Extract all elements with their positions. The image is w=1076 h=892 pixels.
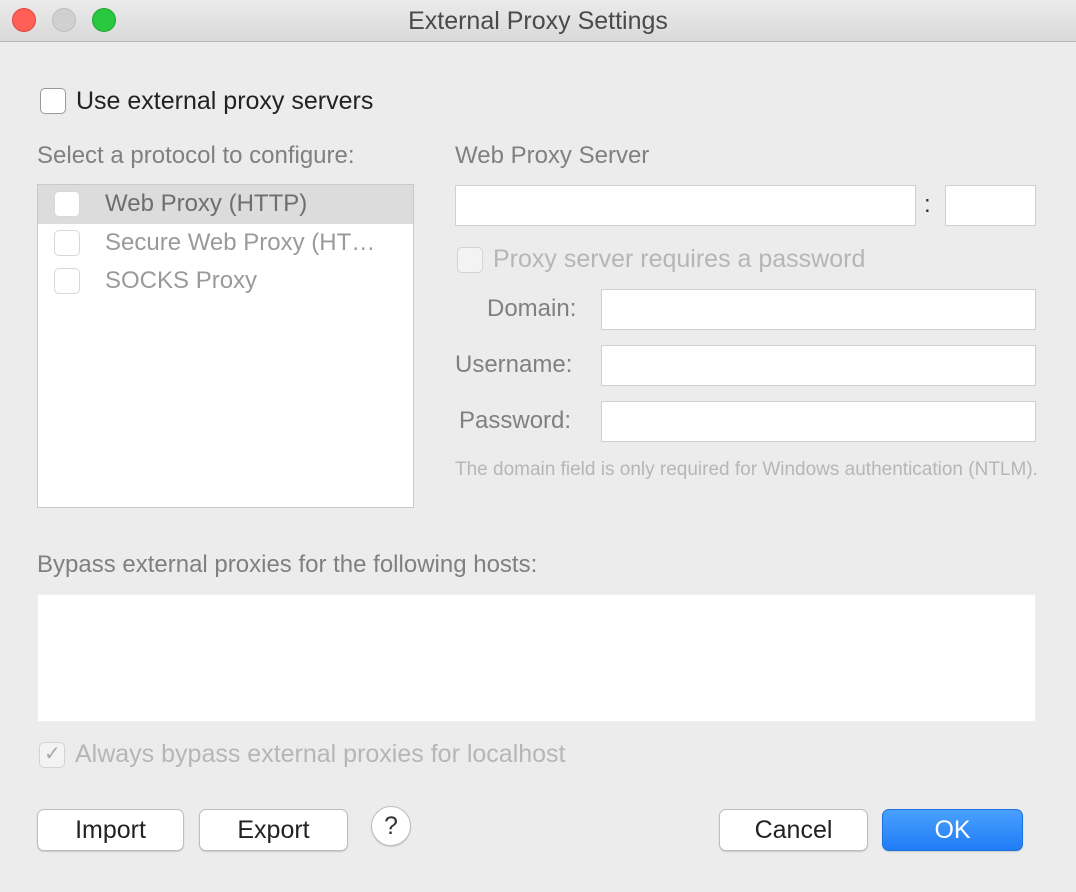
checkmark-icon: ✓	[44, 743, 61, 765]
username-input[interactable]	[601, 345, 1036, 386]
password-input[interactable]	[601, 401, 1036, 442]
ok-button[interactable]: OK	[882, 809, 1023, 851]
requires-password-checkbox[interactable]	[457, 247, 483, 273]
protocol-item-label: Secure Web Proxy (HT…	[105, 229, 376, 256]
protocol-checkbox[interactable]	[54, 230, 80, 256]
title-bar: External Proxy Settings	[0, 0, 1076, 42]
protocol-item-label: SOCKS Proxy	[105, 267, 258, 294]
protocol-list[interactable]: Web Proxy (HTTP) Secure Web Proxy (HT… S…	[37, 184, 414, 508]
protocol-item-secure-web-proxy[interactable]: Secure Web Proxy (HT…	[38, 224, 413, 263]
protocol-heading: Select a protocol to configure:	[37, 142, 355, 169]
protocol-item-socks-proxy[interactable]: SOCKS Proxy	[38, 262, 413, 301]
domain-note: The domain field is only required for Wi…	[455, 459, 1038, 480]
bypass-heading: Bypass external proxies for the followin…	[37, 551, 538, 578]
cancel-button[interactable]: Cancel	[719, 809, 868, 851]
use-external-proxy-checkbox[interactable]	[40, 88, 66, 114]
protocol-item-web-proxy[interactable]: Web Proxy (HTTP)	[38, 185, 413, 224]
protocol-checkbox[interactable]	[54, 191, 80, 217]
proxy-port-input[interactable]	[945, 185, 1036, 226]
password-label: Password:	[459, 407, 572, 434]
import-button[interactable]: Import	[37, 809, 184, 851]
requires-password-label: Proxy server requires a password	[493, 245, 866, 273]
window-title: External Proxy Settings	[408, 7, 668, 35]
bypass-localhost-label: Always bypass external proxies for local…	[75, 740, 566, 768]
port-separator: :	[924, 191, 931, 218]
protocol-item-label: Web Proxy (HTTP)	[105, 190, 308, 217]
proxy-host-input[interactable]	[455, 185, 916, 226]
bypass-localhost-checkbox[interactable]: ✓	[39, 742, 65, 768]
bypass-hosts-textarea[interactable]	[37, 594, 1036, 722]
server-heading: Web Proxy Server	[455, 142, 650, 169]
domain-label: Domain:	[487, 295, 577, 322]
protocol-checkbox[interactable]	[54, 268, 80, 294]
export-button[interactable]: Export	[199, 809, 348, 851]
username-label: Username:	[455, 351, 573, 378]
help-button[interactable]: ?	[371, 806, 411, 846]
use-external-proxy-label: Use external proxy servers	[76, 87, 374, 115]
domain-input[interactable]	[601, 289, 1036, 330]
